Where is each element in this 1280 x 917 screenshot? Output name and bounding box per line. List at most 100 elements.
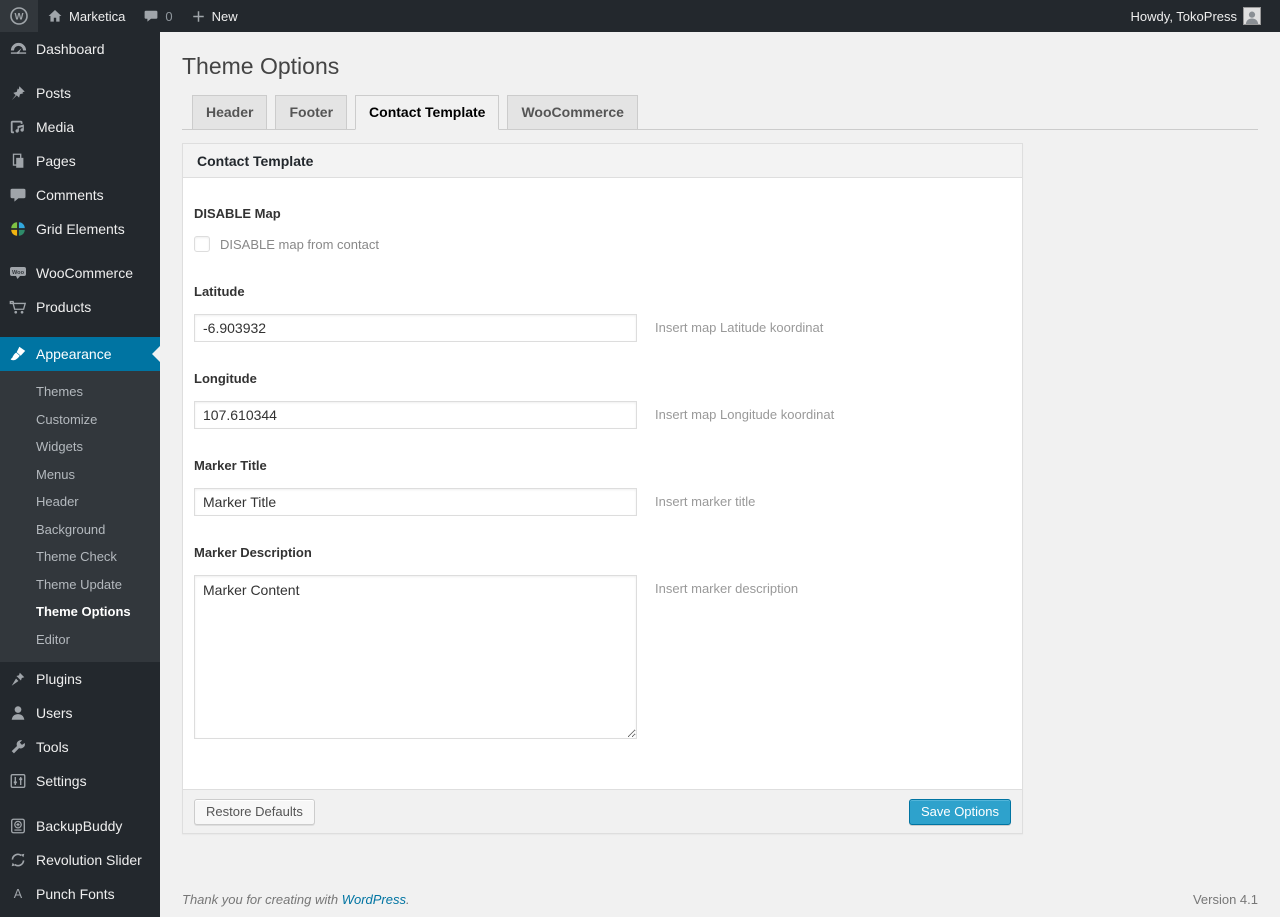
comment-count: 0 bbox=[165, 8, 173, 24]
latitude-label: Latitude bbox=[194, 284, 245, 299]
wordpress-logo-menu[interactable]: W bbox=[0, 0, 38, 32]
letter-a-icon: A bbox=[0, 885, 36, 903]
tab-woocommerce[interactable]: WooCommerce bbox=[507, 95, 638, 130]
longitude-label: Longitude bbox=[194, 371, 257, 386]
plugin-icon bbox=[0, 670, 36, 688]
sidebar-item-media[interactable]: Media bbox=[0, 110, 160, 144]
submenu-item-header[interactable]: Header bbox=[0, 488, 160, 516]
avatar bbox=[1243, 7, 1261, 25]
site-name-menu[interactable]: Marketica bbox=[38, 0, 134, 32]
new-label: New bbox=[211, 8, 238, 24]
sidebar-item-label: Posts bbox=[36, 85, 72, 101]
user-icon bbox=[0, 704, 36, 722]
sidebar-item-grid-elements[interactable]: Grid Elements bbox=[0, 212, 160, 246]
sidebar-item-punch-fonts[interactable]: A Punch Fonts bbox=[0, 877, 160, 911]
submenu-item-theme-options[interactable]: Theme Options bbox=[0, 598, 160, 626]
marker-description-hint: Insert marker description bbox=[655, 581, 799, 596]
howdy-text: Howdy, TokoPress bbox=[1130, 8, 1237, 24]
field-latitude: Latitude Insert map Latitude koordinat bbox=[194, 284, 1007, 342]
marker-description-label: Marker Description bbox=[194, 545, 312, 560]
save-options-button[interactable]: Save Options bbox=[908, 798, 1011, 825]
sidebar-item-woocommerce[interactable]: Woo WooCommerce bbox=[0, 256, 160, 290]
sidebar-item-label: Media bbox=[36, 119, 75, 135]
backupbuddy-icon bbox=[0, 817, 36, 835]
marker-title-label: Marker Title bbox=[194, 458, 267, 473]
wordpress-logo-icon: W bbox=[9, 6, 29, 26]
contact-template-panel: Contact Template DISABLE Map DISABLE map… bbox=[182, 143, 1023, 834]
site-name: Marketica bbox=[69, 8, 126, 24]
sidebar-item-label: Grid Elements bbox=[36, 221, 125, 237]
sidebar-item-label: Products bbox=[36, 299, 92, 315]
page-title: Theme Options bbox=[182, 53, 340, 79]
settings-sliders-icon bbox=[0, 772, 36, 790]
page-footer: Thank you for creating with WordPress. V… bbox=[182, 834, 1258, 907]
sidebar-item-users[interactable]: Users bbox=[0, 696, 160, 730]
tab-header[interactable]: Header bbox=[192, 95, 268, 130]
new-content-menu[interactable]: New bbox=[182, 0, 247, 32]
latitude-hint: Insert map Latitude koordinat bbox=[655, 320, 824, 335]
dashboard-gauge-icon bbox=[0, 40, 36, 59]
comments-icon bbox=[0, 186, 36, 204]
restore-defaults-button[interactable]: Restore Defaults bbox=[194, 798, 315, 825]
submenu-item-widgets[interactable]: Widgets bbox=[0, 433, 160, 461]
comment-bubble-icon bbox=[143, 8, 159, 24]
tab-contact-template[interactable]: Contact Template bbox=[355, 95, 500, 130]
sidebar-item-posts[interactable]: Posts bbox=[0, 76, 160, 110]
woocommerce-icon: Woo bbox=[0, 263, 36, 283]
marker-title-input[interactable] bbox=[194, 488, 637, 516]
field-longitude: Longitude Insert map Longitude koordinat bbox=[194, 371, 1007, 429]
sidebar-item-appearance[interactable]: Appearance bbox=[0, 337, 160, 371]
submenu-item-menus[interactable]: Menus bbox=[0, 461, 160, 489]
cart-icon bbox=[0, 298, 36, 316]
admin-sidebar: Dashboard Posts Media Pages Comments Gri… bbox=[0, 32, 160, 917]
pushpin-icon bbox=[0, 84, 36, 102]
sidebar-item-label: Punch Fonts bbox=[36, 886, 115, 902]
submenu-item-background[interactable]: Background bbox=[0, 516, 160, 544]
submenu-item-theme-update[interactable]: Theme Update bbox=[0, 571, 160, 599]
svg-text:W: W bbox=[15, 12, 24, 23]
sidebar-item-plugins[interactable]: Plugins bbox=[0, 662, 160, 696]
panel-footer: Restore Defaults Save Options bbox=[183, 789, 1022, 833]
media-icon bbox=[0, 118, 36, 136]
paintbrush-icon bbox=[0, 345, 36, 363]
sidebar-item-label: WooCommerce bbox=[36, 265, 133, 281]
sidebar-item-backupbuddy[interactable]: BackupBuddy bbox=[0, 809, 160, 843]
submenu-item-editor[interactable]: Editor bbox=[0, 626, 160, 654]
sidebar-item-label: Revolution Slider bbox=[36, 852, 142, 868]
sidebar-item-label: Comments bbox=[36, 187, 104, 203]
longitude-input[interactable] bbox=[194, 401, 637, 429]
my-account-menu[interactable]: Howdy, TokoPress bbox=[1122, 0, 1270, 32]
submenu-item-themes[interactable]: Themes bbox=[0, 378, 160, 406]
sidebar-item-settings[interactable]: Settings bbox=[0, 764, 160, 798]
comments-shortcut[interactable]: 0 bbox=[134, 0, 181, 32]
panel-body: DISABLE Map DISABLE map from contact Lat… bbox=[183, 178, 1022, 789]
sidebar-item-label: BackupBuddy bbox=[36, 818, 123, 834]
sidebar-item-products[interactable]: Products bbox=[0, 290, 160, 324]
disable-map-label: DISABLE Map bbox=[194, 206, 281, 221]
tab-footer[interactable]: Footer bbox=[275, 95, 348, 130]
sidebar-item-label: Settings bbox=[36, 773, 87, 789]
sidebar-item-dashboard[interactable]: Dashboard bbox=[0, 32, 160, 66]
wordpress-link[interactable]: WordPress bbox=[342, 892, 406, 907]
home-icon bbox=[47, 8, 63, 24]
sidebar-item-comments[interactable]: Comments bbox=[0, 178, 160, 212]
plus-icon bbox=[191, 9, 206, 24]
admin-bar: W Marketica 0 New Howdy, TokoPress bbox=[0, 0, 1280, 32]
submenu-item-customize[interactable]: Customize bbox=[0, 406, 160, 434]
sidebar-item-label: Appearance bbox=[36, 346, 112, 362]
submenu-item-theme-check[interactable]: Theme Check bbox=[0, 543, 160, 571]
sidebar-item-tools[interactable]: Tools bbox=[0, 730, 160, 764]
refresh-cycle-icon bbox=[0, 851, 36, 869]
svg-text:Woo: Woo bbox=[12, 270, 25, 276]
sidebar-item-label: Plugins bbox=[36, 671, 82, 687]
wrench-icon bbox=[0, 738, 36, 756]
longitude-hint: Insert map Longitude koordinat bbox=[655, 407, 835, 422]
marker-description-textarea[interactable]: Marker Content bbox=[194, 575, 637, 739]
latitude-input[interactable] bbox=[194, 314, 637, 342]
main-content: Theme Options Header Footer Contact Temp… bbox=[160, 32, 1280, 917]
field-marker-description: Marker Description Marker Content Insert… bbox=[194, 545, 1007, 739]
field-marker-title: Marker Title Insert marker title bbox=[194, 458, 1007, 516]
sidebar-item-pages[interactable]: Pages bbox=[0, 144, 160, 178]
disable-map-checkbox[interactable] bbox=[194, 236, 210, 252]
sidebar-item-revolution-slider[interactable]: Revolution Slider bbox=[0, 843, 160, 877]
